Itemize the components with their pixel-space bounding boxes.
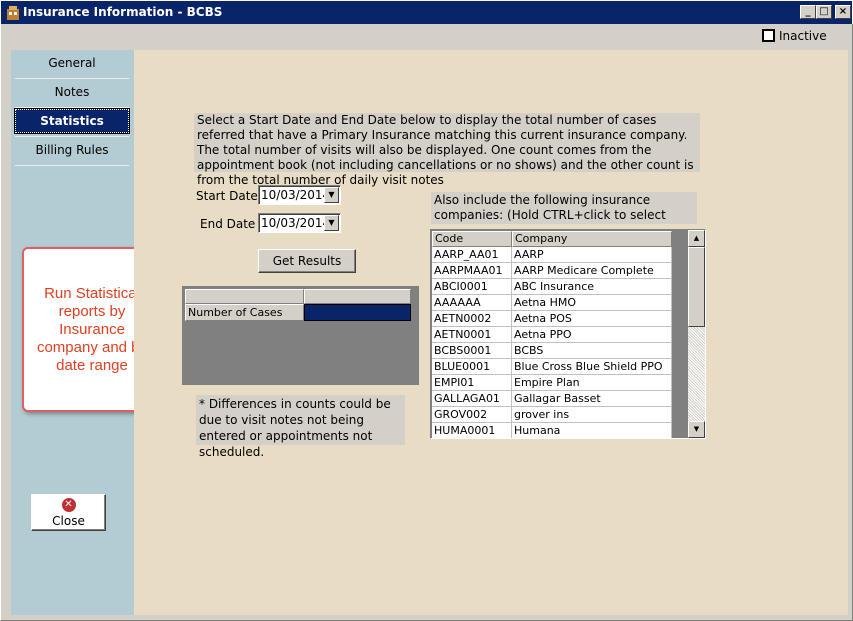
- sidebar-item-statistics[interactable]: Statistics: [14, 108, 130, 134]
- table-row[interactable]: AETN0001 Aetna PPO: [432, 327, 672, 343]
- company-cell: AARP Medicare Complete: [512, 263, 672, 279]
- sidebar-divider: [15, 165, 129, 166]
- insurance-company-list[interactable]: Code Company AARP_AA01 AARP AARPMAA01 AARP …: [430, 229, 706, 439]
- results-header-cell: [185, 289, 304, 304]
- company-cell: BCBS: [512, 343, 672, 359]
- chevron-down-icon[interactable]: ▼: [324, 215, 339, 231]
- start-date-value: 10/03/2014: [261, 188, 331, 202]
- start-date-label: Start Date: [196, 189, 258, 203]
- code-cell: AARP_AA01: [432, 247, 512, 263]
- code-cell: BCBS0001: [432, 343, 512, 359]
- close-button-label: Close: [52, 514, 85, 528]
- table-row[interactable]: AARPMAA01 AARP Medicare Complete: [432, 263, 672, 279]
- sidebar-item-general[interactable]: General: [15, 50, 129, 76]
- checkbox-icon[interactable]: [762, 29, 775, 42]
- scroll-up-icon[interactable]: ▲: [688, 230, 705, 247]
- company-cell: Aetna HMO: [512, 295, 672, 311]
- company-cell: Gallagar Basset: [512, 391, 672, 407]
- grid-rows: AARP_AA01 AARP AARPMAA01 AARP Medicare Comp…: [432, 247, 672, 438]
- code-cell: AETN0001: [432, 327, 512, 343]
- company-cell: AARP: [512, 247, 672, 263]
- window-close-button[interactable]: ×: [835, 5, 851, 19]
- table-row[interactable]: BCBS0001 BCBS: [432, 343, 672, 359]
- maximize-button[interactable]: □: [816, 5, 832, 19]
- sidebar-item-notes[interactable]: Notes: [15, 79, 129, 105]
- end-date-picker[interactable]: 10/03/2014 ▼: [258, 213, 341, 233]
- inactive-checkbox[interactable]: Inactive: [762, 29, 827, 43]
- end-date-value: 10/03/2014: [261, 216, 331, 230]
- code-cell: EMPI01: [432, 375, 512, 391]
- table-row[interactable]: HUMA0001 Humana: [432, 423, 672, 438]
- code-cell: AETN0002: [432, 311, 512, 327]
- app-icon: [7, 6, 19, 20]
- close-button[interactable]: ✕ Close: [31, 494, 106, 531]
- company-cell: grover ins: [512, 407, 672, 423]
- scroll-down-icon[interactable]: ▼: [688, 421, 705, 438]
- inactive-label: Inactive: [779, 29, 827, 43]
- column-header-code[interactable]: Code: [432, 231, 512, 247]
- company-cell: Empire Plan: [512, 375, 672, 391]
- table-row[interactable]: EMPI01 Empire Plan: [432, 375, 672, 391]
- code-cell: AAAAAA: [432, 295, 512, 311]
- table-row[interactable]: AAAAAA Aetna HMO: [432, 295, 672, 311]
- table-row[interactable]: BLUE0001 Blue Cross Blue Shield PPO: [432, 359, 672, 375]
- table-row[interactable]: GALLAGA01 Gallagar Basset: [432, 391, 672, 407]
- table-row[interactable]: GROV002 grover ins: [432, 407, 672, 423]
- chevron-down-icon[interactable]: ▼: [324, 187, 339, 203]
- company-cell: ABC Insurance: [512, 279, 672, 295]
- differences-note: * Differences in counts could be due to …: [196, 395, 405, 459]
- code-cell: BLUE0001: [432, 359, 512, 375]
- vertical-scrollbar[interactable]: ▲ ▼: [688, 230, 705, 438]
- sidebar-item-billing-rules[interactable]: Billing Rules: [15, 137, 129, 163]
- close-circle-icon: ✕: [61, 498, 76, 512]
- statistics-description: Select a Start Date and End Date below t…: [194, 113, 700, 187]
- get-results-button[interactable]: Get Results: [258, 249, 356, 273]
- company-cell: Aetna PPO: [512, 327, 672, 343]
- title-bar: Insurance Information - BCBS _ □ ×: [0, 0, 853, 24]
- column-header-company[interactable]: Company: [512, 231, 672, 247]
- code-cell: AARPMAA01: [432, 263, 512, 279]
- table-row[interactable]: AETN0002 Aetna POS: [432, 311, 672, 327]
- company-cell: Blue Cross Blue Shield PPO: [512, 359, 672, 375]
- sidebar-divider: [15, 107, 129, 108]
- company-cell: Aetna POS: [512, 311, 672, 327]
- results-header-cell: [304, 289, 411, 304]
- code-cell: GALLAGA01: [432, 391, 512, 407]
- results-row-label: Number of Cases: [185, 304, 304, 321]
- window-title: Insurance Information - BCBS: [23, 5, 223, 19]
- results-grid[interactable]: Number of Cases: [182, 286, 419, 385]
- start-date-picker[interactable]: 10/03/2014 ▼: [258, 185, 341, 205]
- code-cell: GROV002: [432, 407, 512, 423]
- end-date-label: End Date: [200, 217, 256, 231]
- company-cell: Humana: [512, 423, 672, 438]
- code-cell: HUMA0001: [432, 423, 512, 438]
- code-cell: ABCI0001: [432, 279, 512, 295]
- also-include-label: Also include the following insurance com…: [431, 192, 697, 224]
- table-row[interactable]: ABCI0001 ABC Insurance: [432, 279, 672, 295]
- scroll-thumb[interactable]: [688, 247, 705, 327]
- minimize-button[interactable]: _: [800, 5, 816, 19]
- results-row-value[interactable]: [304, 304, 411, 321]
- table-row[interactable]: AARP_AA01 AARP: [432, 247, 672, 263]
